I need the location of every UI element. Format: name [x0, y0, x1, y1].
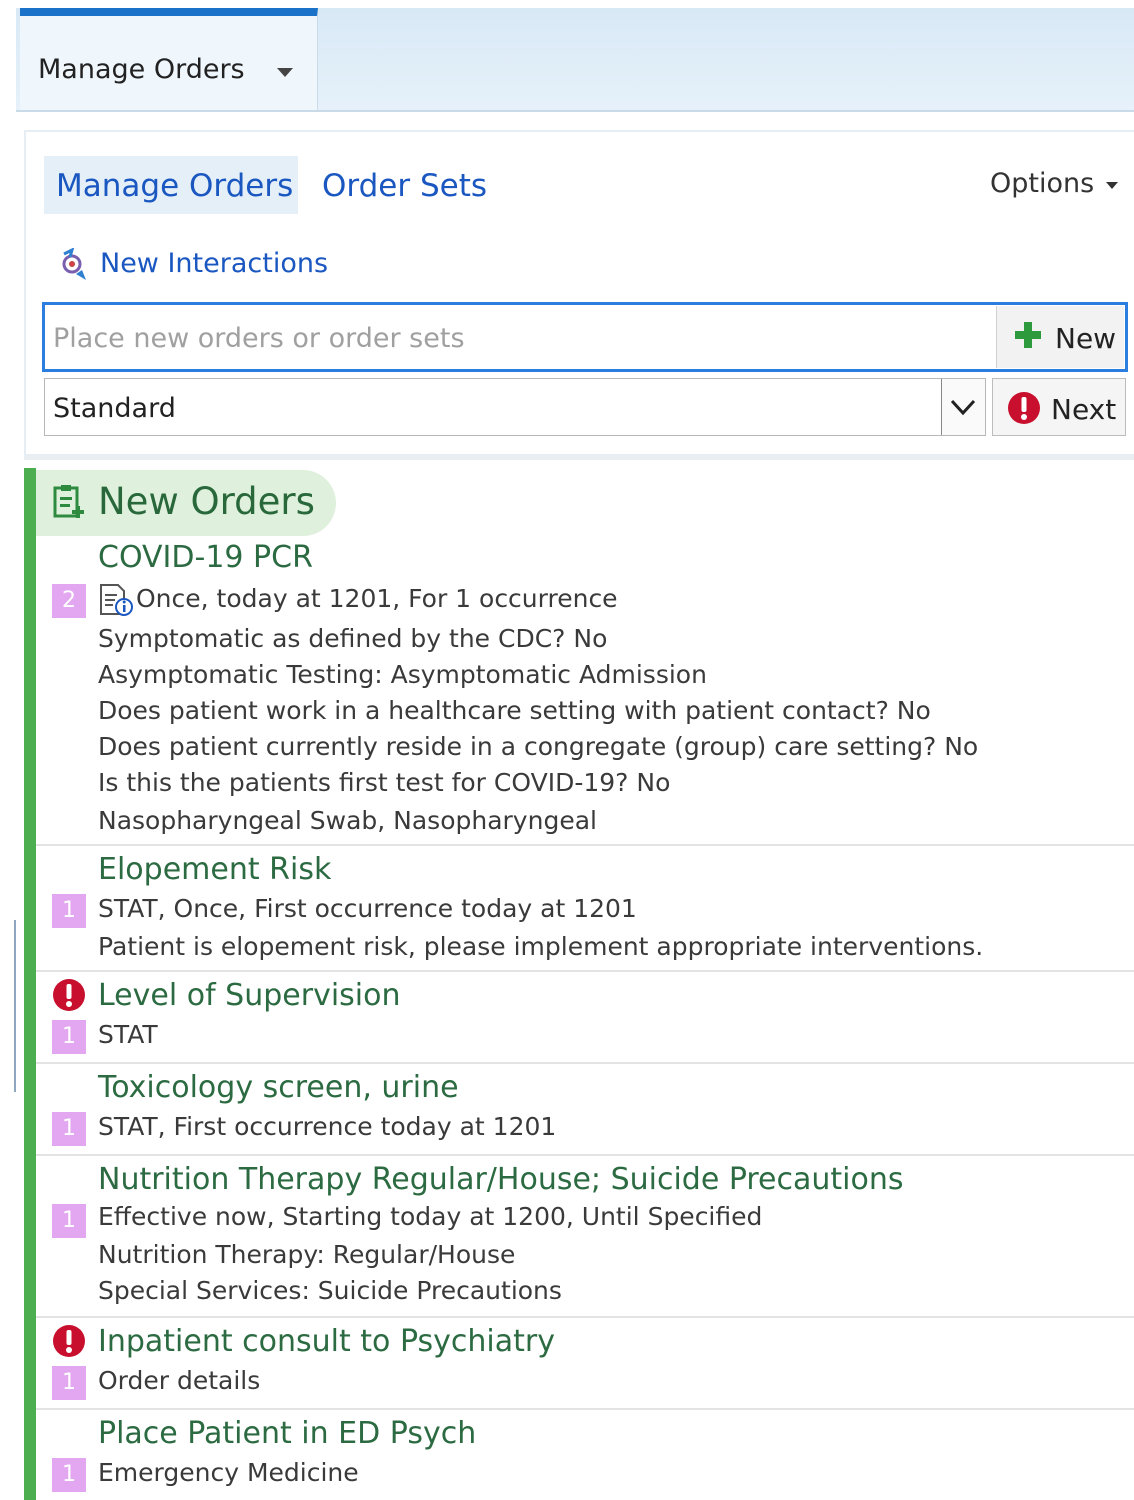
order-detail-line: Does patient work in a healthcare settin…: [98, 696, 931, 725]
order-item[interactable]: Elopement Risk 1 STAT, Once, First occur…: [36, 846, 1134, 972]
order-search-input[interactable]: [51, 313, 985, 363]
order-item[interactable]: COVID-19 PCR 2 Once, today at 1201, For …: [36, 538, 1134, 846]
order-details-icon: [100, 584, 133, 616]
order-detail-line: Effective now, Starting today at 1200, U…: [98, 1202, 763, 1231]
options-chevron-down-icon[interactable]: [1106, 182, 1118, 189]
next-label: Next: [1051, 393, 1117, 426]
order-detail-line: Is this the patients first test for COVI…: [98, 768, 671, 797]
new-interactions-label: New Interactions: [100, 248, 329, 279]
new-orders-header: New Orders: [36, 470, 336, 536]
subtab-order-sets-label: Order Sets: [322, 168, 488, 204]
clipboard-plus-icon: [53, 485, 84, 518]
order-title: Inpatient consult to Psychiatry: [98, 1324, 555, 1359]
order-title: Toxicology screen, urine: [98, 1070, 459, 1105]
options-menu[interactable]: Options: [990, 168, 1094, 199]
order-count-badge: 1: [52, 1366, 86, 1400]
chevron-down-icon[interactable]: [277, 68, 293, 77]
order-mode-value: Standard: [53, 393, 176, 424]
warning-icon: [1008, 392, 1040, 424]
order-title: Place Patient in ED Psych: [98, 1416, 477, 1451]
warning-icon: [53, 1325, 85, 1357]
order-detail-line: Asymptomatic Testing: Asymptomatic Admis…: [98, 660, 707, 689]
order-title: COVID-19 PCR: [98, 540, 313, 575]
tab-divider: [16, 110, 1134, 112]
order-detail-line: Patient is elopement risk, please implem…: [98, 932, 984, 961]
order-detail-line: STAT: [98, 1020, 158, 1049]
chevron-down-icon: [950, 399, 976, 416]
order-count-badge: 2: [52, 584, 86, 618]
order-detail-line: Special Services: Suicide Precautions: [98, 1276, 562, 1305]
order-count-badge: 1: [52, 1204, 86, 1238]
order-detail-line: Once, today at 1201, For 1 occurrence: [136, 584, 618, 613]
tab-manage-orders[interactable]: Manage Orders: [20, 8, 318, 112]
order-detail-line: Does patient currently reside in a congr…: [98, 732, 979, 761]
order-detail-line: STAT, First occurrence today at 1201: [98, 1112, 557, 1141]
order-mode-select[interactable]: Standard: [44, 378, 986, 436]
subtab-manage-orders[interactable]: Manage Orders: [44, 156, 298, 214]
order-search-box: [42, 302, 1128, 372]
left-divider: [14, 920, 16, 1092]
order-item[interactable]: Place Patient in ED Psych 1 Emergency Me…: [36, 1410, 1134, 1500]
tab-label: Manage Orders: [38, 54, 245, 85]
order-item[interactable]: Inpatient consult to Psychiatry 1 Order …: [36, 1318, 1134, 1410]
order-title: Level of Supervision: [98, 978, 401, 1013]
dropdown-button[interactable]: [941, 379, 985, 435]
interactions-icon: [62, 248, 86, 280]
order-item[interactable]: Nutrition Therapy Regular/House; Suicide…: [36, 1156, 1134, 1318]
plus-icon: [1015, 322, 1041, 348]
order-count-badge: 1: [52, 1112, 86, 1146]
order-detail-line: Emergency Medicine: [98, 1458, 359, 1487]
window-top: [0, 0, 1134, 8]
subtab-order-sets[interactable]: Order Sets: [310, 156, 510, 214]
warning-icon: [53, 979, 85, 1011]
order-detail-line: Symptomatic as defined by the CDC? No: [98, 624, 608, 653]
order-detail-line: Nasopharyngeal Swab, Nasopharyngeal: [98, 806, 597, 835]
order-item[interactable]: Level of Supervision 1 STAT: [36, 972, 1134, 1064]
order-item[interactable]: Toxicology screen, urine 1 STAT, First o…: [36, 1064, 1134, 1156]
order-count-badge: 1: [52, 894, 86, 928]
section-color-bar: [24, 468, 36, 1500]
new-order-label: New: [1055, 322, 1117, 355]
next-button[interactable]: Next: [992, 378, 1126, 436]
order-detail-line: Order details: [98, 1366, 261, 1395]
order-count-badge: 1: [52, 1020, 86, 1054]
new-order-button[interactable]: New: [996, 306, 1124, 368]
order-count-badge: 1: [52, 1458, 86, 1492]
order-detail-line: STAT, Once, First occurrence today at 12…: [98, 894, 637, 923]
subtab-manage-orders-label: Manage Orders: [56, 168, 294, 204]
order-title: Elopement Risk: [98, 852, 332, 887]
section-title: New Orders: [98, 480, 315, 523]
order-detail-line: Nutrition Therapy: Regular/House: [98, 1240, 516, 1269]
order-title: Nutrition Therapy Regular/House; Suicide…: [98, 1162, 904, 1197]
